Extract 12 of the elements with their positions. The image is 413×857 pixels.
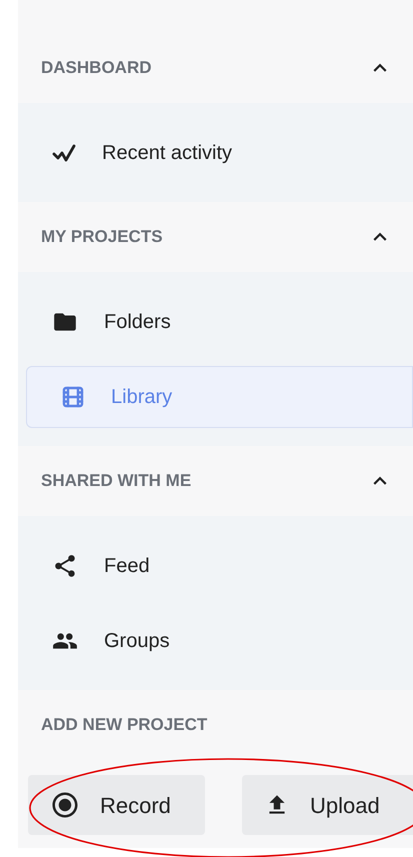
add-project-button[interactable]: Upload xyxy=(242,775,413,835)
record-icon xyxy=(50,790,80,820)
section-heading: DASHBOARD xyxy=(41,57,152,80)
nav-item[interactable]: Feed xyxy=(18,534,413,596)
section-heading: ADD NEW PROJECT xyxy=(41,714,208,736)
film-icon xyxy=(61,384,85,408)
nav-item[interactable]: Groups xyxy=(18,610,413,672)
section-heading: MY PROJECTS xyxy=(41,226,163,248)
section-heading: SHARED WITH ME xyxy=(41,470,192,492)
add-project-button[interactable]: Record xyxy=(28,775,205,835)
activity-icon xyxy=(52,142,76,162)
nav-item[interactable]: Folders xyxy=(18,290,413,352)
